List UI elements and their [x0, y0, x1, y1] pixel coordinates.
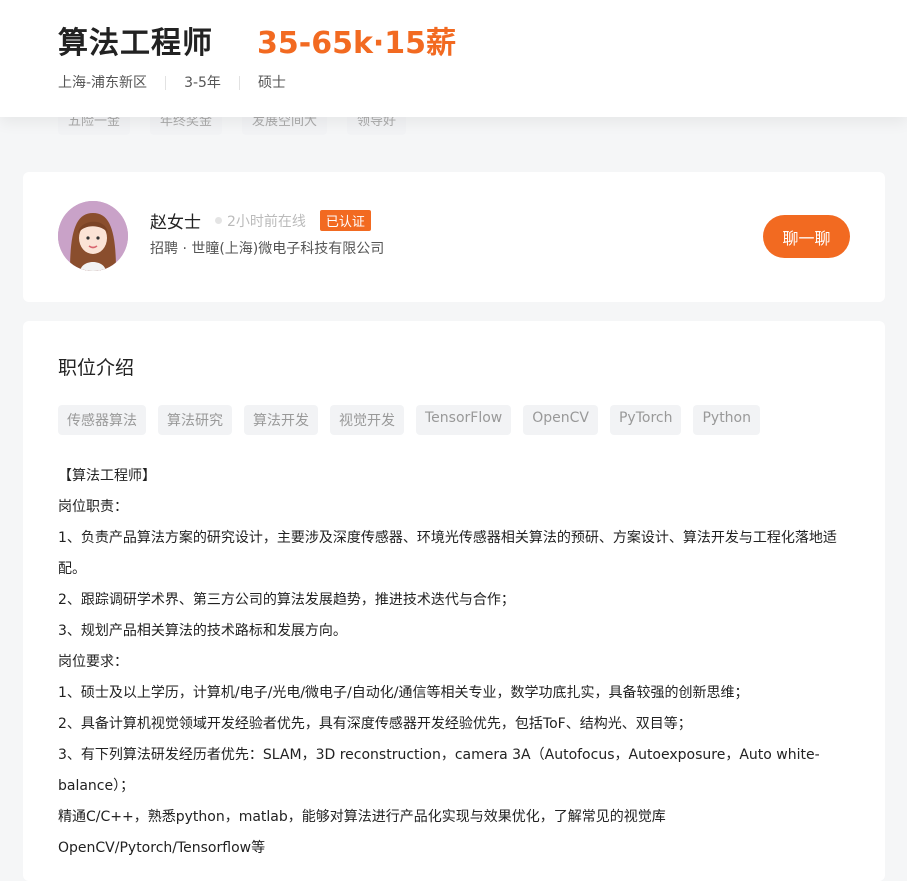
- job-education: 硕士: [238, 76, 304, 90]
- description-line: 1、硕士及以上学历，计算机/电子/光电/微电子/自动化/通信等相关专业，数学功底…: [58, 685, 749, 701]
- job-header: 算法工程师 35-65k·15薪 上海-浦东新区 3-5年 硕士: [0, 0, 907, 117]
- salary: 35-65k·15薪: [257, 26, 457, 61]
- online-status: 2小时前在线: [227, 213, 306, 230]
- avatar[interactable]: [58, 201, 128, 271]
- description-line: 3、有下列算法研发经历者优先：SLAM，3D reconstruction，ca…: [58, 747, 820, 794]
- chat-button[interactable]: 聊一聊: [763, 215, 850, 258]
- skill-tags: 传感器算法 算法研究 算法开发 视觉开发 TensorFlow OpenCV P…: [58, 405, 760, 435]
- job-experience: 3-5年: [165, 76, 239, 90]
- description-line: 2、跟踪调研学术界、第三方公司的算法发展趋势，推进技术迭代与合作；: [58, 592, 515, 608]
- skill-tag[interactable]: 算法研究: [158, 405, 232, 435]
- recruiter-name: 赵女士: [150, 213, 201, 233]
- description-line: 1、负责产品算法方案的研究设计，主要涉及深度传感器、环境光传感器相关算法的预研、…: [58, 530, 837, 577]
- job-meta: 上海-浦东新区 3-5年 硕士: [58, 76, 304, 90]
- skill-tag[interactable]: Python: [693, 405, 760, 435]
- title-row: 算法工程师 35-65k·15薪: [58, 18, 456, 62]
- description-line: 3、规划产品相关算法的技术路标和发展方向。: [58, 623, 347, 639]
- skill-tag[interactable]: 视觉开发: [330, 405, 404, 435]
- description-line: 岗位职责：: [58, 499, 128, 515]
- section-title: 职位介绍: [58, 357, 135, 379]
- job-title: 算法工程师: [58, 26, 213, 61]
- job-location: 上海-浦东新区: [58, 75, 148, 91]
- avatar-illustration: [58, 201, 128, 271]
- online-dot-icon: [215, 217, 222, 224]
- job-description-text: 【算法工程师】 岗位职责： 1、负责产品算法方案的研究设计，主要涉及深度传感器、…: [58, 461, 850, 864]
- skill-tag[interactable]: PyTorch: [609, 405, 682, 435]
- recruiter-company: 招聘 · 世瞳(上海)微电子科技有限公司: [150, 241, 385, 257]
- description-line: 【算法工程师】: [58, 468, 156, 484]
- skill-tag[interactable]: 算法开发: [244, 405, 318, 435]
- description-line: 岗位要求：: [58, 654, 128, 670]
- description-line: 2、具备计算机视觉领域开发经验者优先，具有深度传感器开发经验优先，包括ToF、结…: [58, 716, 692, 732]
- skill-tag[interactable]: OpenCV: [523, 405, 598, 435]
- job-description-card: 职位介绍 传感器算法 算法研究 算法开发 视觉开发 TensorFlow Ope…: [23, 321, 885, 881]
- skill-tag[interactable]: 传感器算法: [58, 405, 146, 435]
- description-line: 精通C/C++，熟悉python，matlab，能够对算法进行产品化实现与效果优…: [58, 809, 666, 856]
- verified-badge: 已认证: [319, 210, 371, 231]
- skill-tag[interactable]: TensorFlow: [416, 405, 512, 435]
- recruiter-name-row: 赵女士 2小时前在线 已认证: [150, 208, 371, 233]
- recruiter-card: 赵女士 2小时前在线 已认证 招聘 · 世瞳(上海)微电子科技有限公司 聊一聊: [23, 172, 885, 302]
